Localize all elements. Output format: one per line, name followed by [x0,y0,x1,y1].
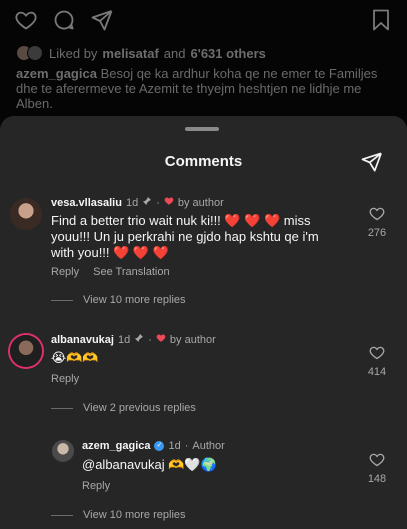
replies-line [51,407,73,409]
paper-plane-icon[interactable] [361,152,383,172]
comment-like[interactable]: 414 [363,345,391,378]
replies-line [51,299,73,301]
bookmark-icon[interactable] [369,8,393,32]
comment-actions: Reply [82,480,110,492]
comment-meta: vesa.vllasaliu 1d · by author [51,196,224,209]
pin-icon [134,333,144,346]
view-replies-link[interactable]: View 2 previous replies [51,402,196,414]
comment-username[interactable]: azem_gagica [82,440,150,452]
replies-line [51,514,73,516]
heart-outline-icon[interactable] [363,206,391,221]
comment-meta: azem_gagica ✓ 1d · Author [82,440,225,452]
comment-meta: albanavukaj 1d · by author [51,333,216,346]
author-label: Author [192,440,225,452]
by-author-label: by author [169,333,216,346]
separator-dot: · [156,196,160,209]
sheet-title: Comments [164,153,243,170]
liked-by-prefix: Liked by [49,45,98,61]
liked-by-row[interactable]: Liked by melisataf and 6'631 others [16,45,266,61]
paper-plane-icon[interactable] [90,8,114,32]
comment-text: Find a better trio wait nuk ki!!! ❤️ ❤️ … [51,213,319,260]
post-actions-bar [14,8,393,36]
comment-bubble-icon[interactable] [52,8,76,32]
like-count: 148 [367,473,387,485]
separator-dot: · [184,440,189,452]
reply-item: azem_gagica ✓ 1d · Author @albanavukaj 🫶… [0,436,407,526]
reply-button[interactable]: Reply [51,266,79,278]
post-caption: azem_gagica Besoj qe ka ardhur koha qe n… [16,66,396,111]
comment-time: 1d [117,333,131,346]
see-translation-button[interactable]: See Translation [93,266,169,278]
like-count: 276 [367,227,387,239]
comment-actions: Reply [51,373,79,385]
comment-like[interactable]: 148 [363,452,391,485]
avatar[interactable] [10,335,42,367]
like-count: 414 [367,366,387,378]
heart-outline-icon[interactable] [363,345,391,360]
comment-username[interactable]: albanavukaj [51,334,114,346]
by-author-label: by author [177,196,224,209]
view-replies-link[interactable]: View 10 more replies [51,509,186,521]
comment-time: 1d [125,196,139,209]
sheet-grabber[interactable] [185,127,219,131]
red-heart-icon [156,333,166,346]
liked-by-and: and [163,45,186,61]
view-replies-label[interactable]: View 10 more replies [83,509,186,521]
comment-username[interactable]: vesa.vllasaliu [51,197,122,209]
comment-item: vesa.vllasaliu 1d · by author Find a bet… [0,194,407,314]
reply-button[interactable]: Reply [51,373,79,385]
liked-by-avatars [16,45,44,61]
avatar[interactable] [10,198,42,230]
heart-outline-icon[interactable] [14,8,38,32]
comments-sheet: Comments vesa.vllasaliu 1d · by author F… [0,116,407,529]
verified-badge-icon: ✓ [154,441,165,451]
comment-like[interactable]: 276 [363,206,391,239]
avatar[interactable] [52,440,74,462]
separator-dot: · [148,333,152,346]
comment-item: albanavukaj 1d · by author 😭🫶🫶 Reply 414… [0,329,407,419]
view-replies-label[interactable]: View 2 previous replies [83,402,196,414]
view-replies-link[interactable]: View 10 more replies [51,294,186,306]
red-heart-icon [164,196,174,209]
comment-text: @albanavukaj 🫶🤍🌍 [82,457,217,472]
comment-text: 😭🫶🫶 [51,350,99,365]
heart-outline-icon[interactable] [363,452,391,467]
view-replies-label[interactable]: View 10 more replies [83,294,186,306]
liked-by-user[interactable]: melisataf [102,46,158,61]
comment-time: 1d [168,440,181,452]
liked-by-others[interactable]: 6'631 others [191,46,266,61]
caption-username[interactable]: azem_gagica [16,66,97,81]
comment-actions: Reply See Translation [51,266,170,278]
pin-icon [142,196,152,209]
reply-button[interactable]: Reply [82,480,110,492]
